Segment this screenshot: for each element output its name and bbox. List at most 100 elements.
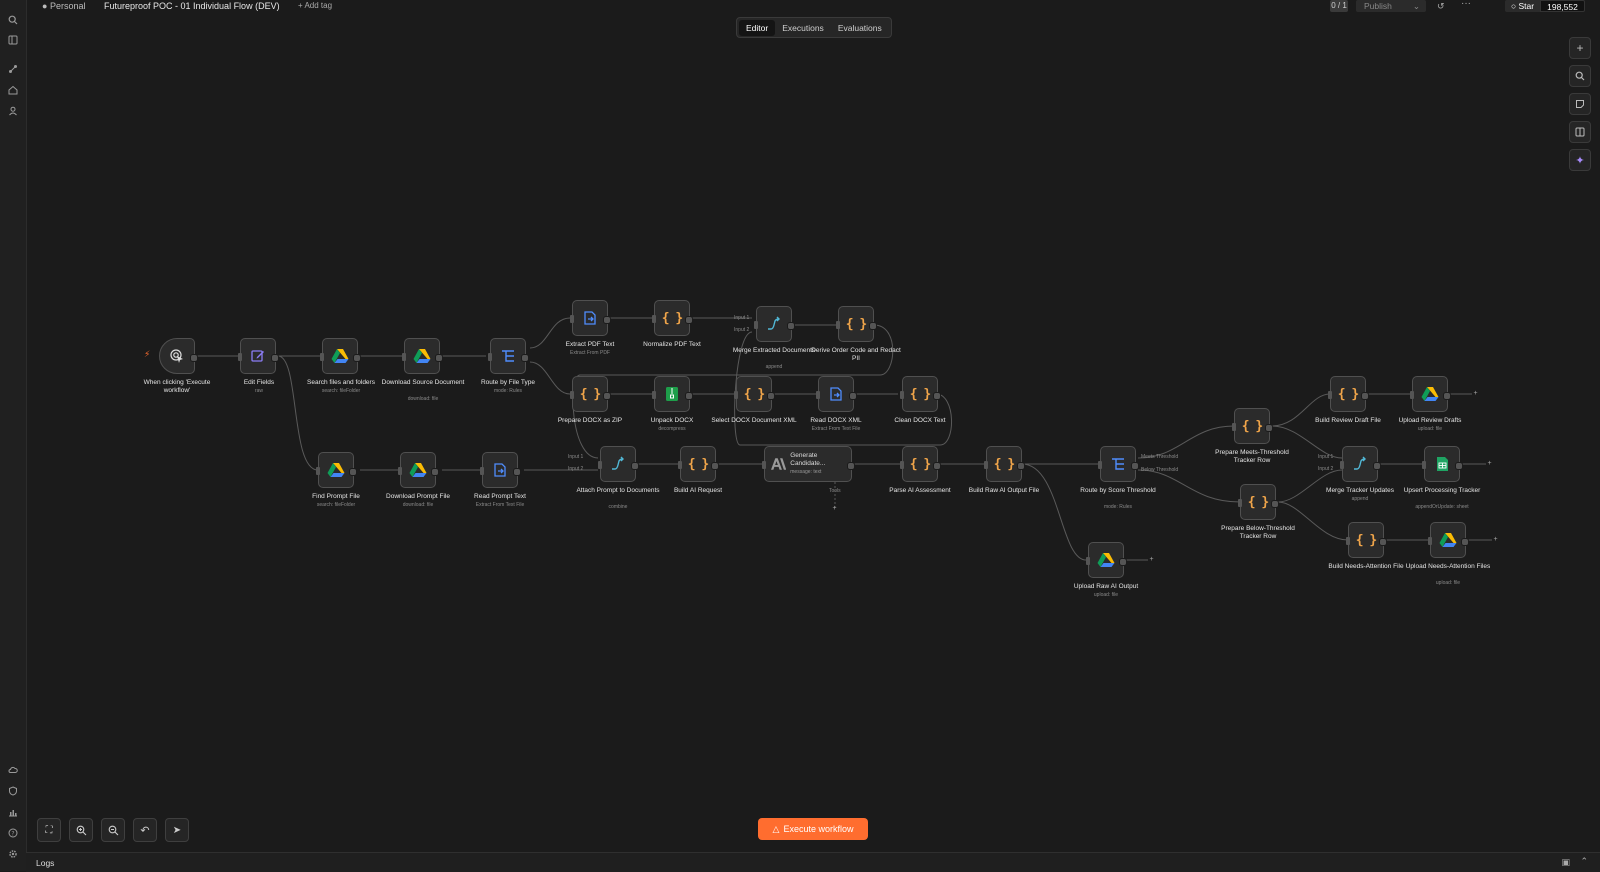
node-route-score-threshold[interactable] [1098,446,1139,482]
google-drive-icon [331,349,349,363]
code-icon: { } [909,386,932,402]
file-extract-icon [584,311,596,325]
fullscreen-icon: ⛶ [45,824,53,836]
router-icon [1112,458,1124,470]
node-manual-trigger[interactable] [159,338,198,374]
code-icon: { } [687,456,710,472]
undo-icon: ↶ [140,824,150,837]
google-sheets-icon [1436,457,1448,471]
node-route-file-type[interactable] [488,338,529,374]
node-label: Unpack DOCX [650,417,694,424]
node-label: Build Review Draft File [1315,417,1381,424]
edge-label-input1: Input 1 [734,315,750,321]
zoom-in-button[interactable] [69,818,93,842]
edge-label-input2: Input 2 [734,327,750,333]
node-build-review-draft[interactable]: { } [1328,376,1369,412]
file-extract-icon [830,387,842,401]
chevron-up-icon[interactable]: ⌃ [1580,856,1588,867]
add-node-icon[interactable]: + [1472,390,1479,397]
execute-workflow-button[interactable]: △ Execute workflow [758,818,868,840]
logs-panel-bar[interactable]: Logs ▣ ⌃ [26,852,1600,872]
node-merge-extracted[interactable] [754,306,795,342]
node-prepare-below-threshold[interactable]: { } [1238,484,1279,520]
google-drive-icon [327,463,345,477]
node-read-prompt-text[interactable] [480,452,521,488]
code-icon: { } [1247,494,1270,510]
node-label: Upload Raw AI Output [1073,583,1139,590]
node-subtitle: Extract From Text File [811,426,861,432]
code-icon: { } [743,386,766,402]
node-clean-docx[interactable]: { } [900,376,941,412]
node-prepare-meets-threshold[interactable]: { } [1232,408,1273,444]
google-drive-icon [1097,553,1115,567]
node-build-ai-request[interactable]: { } [678,446,719,482]
node-label: Search files and folders [307,379,375,386]
node-label: Find Prompt File [312,493,360,500]
archive-icon [666,387,678,401]
node-build-needs-attention[interactable]: { } [1346,522,1387,558]
node-find-prompt-file[interactable] [316,452,357,488]
node-label: Prepare Meets-Threshold Tracker Row [1215,449,1289,464]
node-unpack-docx[interactable] [652,376,693,412]
add-node-icon[interactable]: + [1486,460,1493,467]
popout-icon[interactable]: ▣ [1561,857,1570,868]
node-subtitle: search: fileFolder [316,502,356,508]
node-label: Build Needs-Attention File [1328,563,1404,570]
node-build-raw-output[interactable]: { } [984,446,1025,482]
edge-label-input1: Input 1 [568,454,584,460]
node-upsert-tracker[interactable] [1422,446,1463,482]
node-label: When clicking 'Execute workflow' [143,379,211,394]
node-upload-review-drafts[interactable] [1410,376,1451,412]
node-subtitle: mode: Rules [493,388,523,394]
node-normalize-pdf[interactable]: { } [652,300,693,336]
node-download-prompt-file[interactable] [398,452,439,488]
node-upload-needs-attention[interactable] [1428,522,1469,558]
edge-label-tools: Tools [829,488,841,494]
google-drive-icon [1439,533,1457,547]
merge-icon [1354,456,1366,470]
fit-view-button[interactable]: ⛶ [37,818,61,842]
node-extract-pdf[interactable] [570,300,611,336]
add-node-icon[interactable]: + [1148,556,1155,563]
node-label: Derive Order Code and Redact PII [811,347,901,362]
router-icon [502,350,514,362]
merge-icon [768,316,780,330]
code-icon: { } [1241,418,1264,434]
code-icon: { } [579,386,602,402]
node-merge-tracker-updates[interactable] [1340,446,1381,482]
node-select-docx-xml[interactable]: { } [734,376,775,412]
trigger-bolt-icon: ⚡ [144,349,151,359]
node-read-docx-xml[interactable] [816,376,857,412]
tidy-up-button[interactable]: ➤ [165,818,189,842]
node-label: Route by File Type [480,379,536,386]
undo-button[interactable]: ↶ [133,818,157,842]
canvas-controls: ⛶ ↶ ➤ [37,818,189,842]
node-label: Extract PDF Text [565,341,615,348]
node-subtitle: search: fileFolder [321,388,361,394]
code-icon: { } [1337,386,1360,402]
connections-layer [196,317,1492,561]
edge-label-meets-threshold: Meets Threshold [1141,454,1179,460]
node-label: Select DOCX Document XML [711,417,797,424]
node-search-files[interactable] [320,338,361,374]
node-attach-prompt[interactable] [598,446,639,482]
node-label: Attach Prompt to Documents [576,487,660,494]
node-generate-candidate[interactable]: Generate Candidate... message: text [762,446,855,482]
node-label: Read Prompt Text [474,493,526,500]
node-derive-order-code[interactable]: { } [836,306,877,342]
node-label: Generate Candidate... [790,452,826,467]
node-subtitle: message: text [790,469,822,475]
node-upload-raw-output[interactable] [1086,542,1127,578]
node-subtitle: Extract From PDF [569,350,610,356]
logs-label: Logs [36,858,55,868]
node-prepare-docx[interactable]: { } [570,376,611,412]
node-edit-fields[interactable] [238,338,279,374]
node-parse-ai-assessment[interactable]: { } [900,446,941,482]
add-node-icon[interactable]: + [1492,536,1499,543]
add-tool-icon[interactable]: + [831,505,838,512]
node-subtitle: append [765,364,783,370]
pencil-icon [251,350,264,362]
zoom-out-button[interactable] [101,818,125,842]
node-download-source[interactable] [402,338,443,374]
node-subtitle: mode: Rules [1103,504,1133,510]
